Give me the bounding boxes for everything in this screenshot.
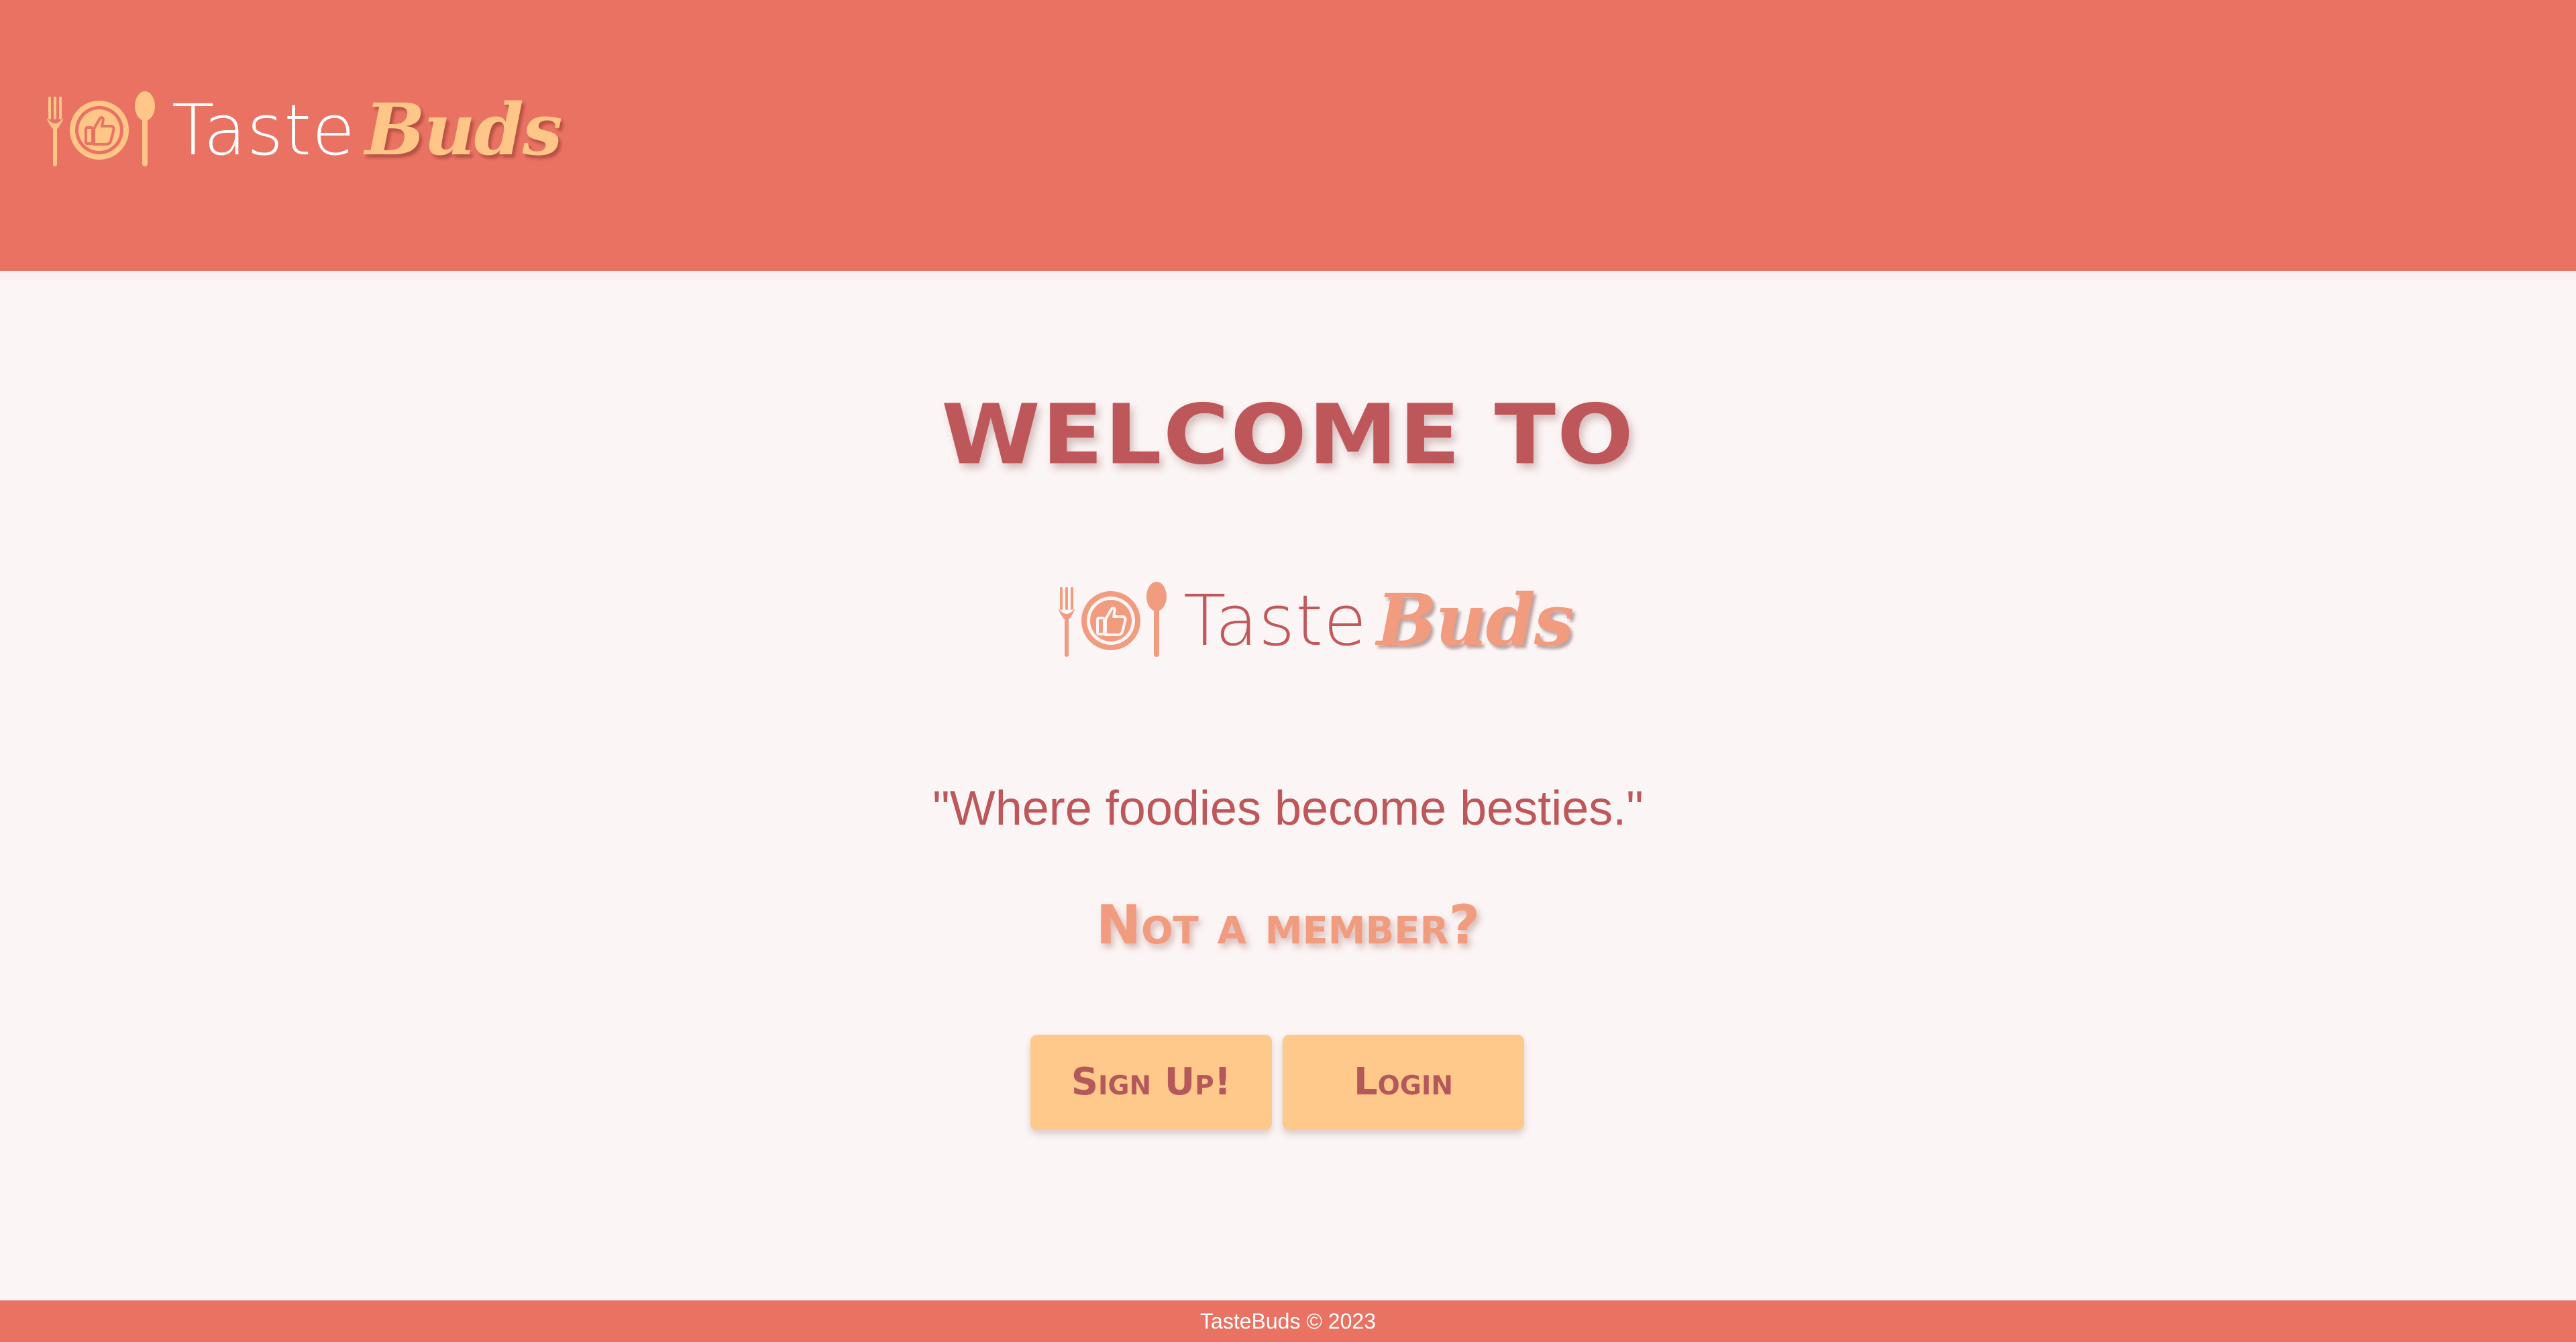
main-logo: Taste Buds [1056, 576, 1574, 663]
logo-text-taste: Taste [1183, 579, 1367, 662]
logo-text-taste: Taste [172, 89, 356, 171]
header-logo[interactable]: Taste Buds [44, 87, 562, 171]
site-footer: TasteBuds © 2023 [0, 1300, 2576, 1342]
logo-wordmark: Taste Buds [1183, 577, 1574, 662]
site-header: Taste Buds [0, 0, 2576, 271]
logo-text-buds: Buds [1377, 577, 1574, 662]
header-divider [0, 271, 2576, 280]
logo-wordmark: Taste Buds [172, 87, 562, 171]
logo-icon [47, 91, 155, 166]
signup-button[interactable]: Sign Up! [1030, 1035, 1272, 1130]
logo-icon [1059, 582, 1167, 657]
logo-text-buds: Buds [365, 87, 562, 171]
welcome-heading: WELCOME TO [941, 386, 1635, 483]
tagline: "Where foodies become besties." [932, 782, 1644, 835]
footer-copyright: TasteBuds © 2023 [1200, 1309, 1376, 1333]
login-button[interactable]: Login [1283, 1035, 1524, 1130]
not-member-heading: Not a member? [1096, 894, 1480, 956]
